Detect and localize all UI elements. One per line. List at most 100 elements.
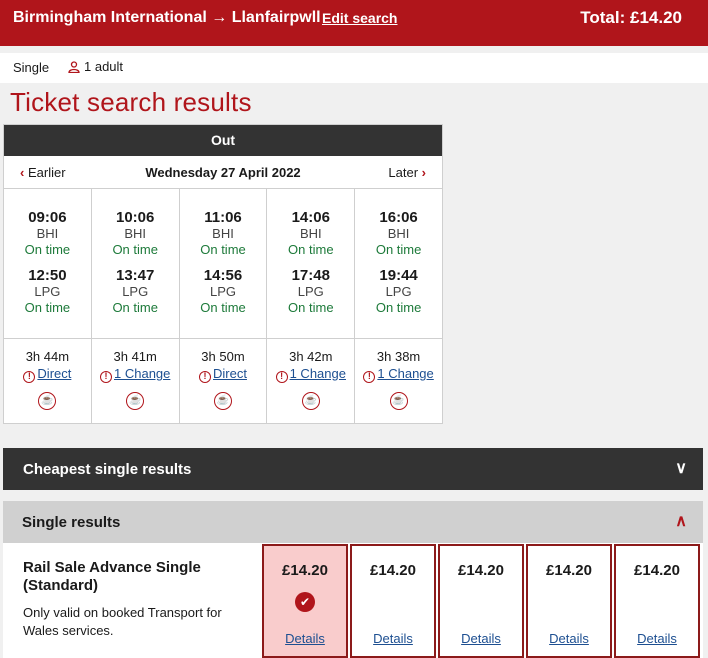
total-price: Total: £14.20 (580, 8, 682, 27)
service-times: 09:06 BHI On time 12:50 LPG On time (4, 189, 91, 339)
later-button[interactable]: Later › (388, 165, 426, 180)
changes-info: ! 1 Change (355, 365, 442, 383)
price-amount: £14.20 (546, 562, 592, 579)
fare-info: Rail Sale Advance Single (Standard) Only… (23, 559, 253, 640)
journey-duration: 3h 41m (113, 349, 157, 364)
price-option[interactable]: £14.20 Details (438, 544, 524, 658)
departure-station: BHI (299, 226, 322, 241)
warning-icon: ! (199, 371, 212, 383)
price-option[interactable]: £14.20 ✔ Details (262, 544, 348, 658)
departure-status: On time (375, 242, 422, 257)
arrival-time: 12:50 (28, 267, 67, 284)
chevron-up-icon: ∧ (675, 513, 687, 530)
changes-link[interactable]: Direct (213, 366, 247, 381)
journey-duration: 3h 50m (201, 349, 245, 364)
warning-icon: ! (100, 371, 112, 383)
arrival-status: On time (375, 300, 422, 315)
details-link[interactable]: Details (352, 631, 434, 646)
catering-icon: ☕ (213, 392, 232, 410)
price-option[interactable]: £14.20 Details (526, 544, 612, 658)
edit-search-link[interactable]: Edit search (322, 10, 397, 26)
fare-name: Rail Sale Advance Single (Standard) (23, 559, 201, 594)
service-column[interactable]: 14:06 BHI On time 17:48 LPG On time 3h 42m! 1 C… (267, 189, 356, 423)
service-times: 16:06 BHI On time 19:44 LPG On time (355, 189, 442, 339)
departure-time: 14:06 (291, 209, 330, 226)
details-link[interactable]: Details (264, 631, 346, 646)
catering-icon: ☕ (38, 392, 57, 410)
departure-time: 10:06 (116, 209, 155, 226)
later-label: Later (388, 165, 419, 180)
search-summary: Single 1 adult (0, 53, 708, 83)
journey-duration: 3h 38m (376, 349, 421, 364)
route-title: Birmingham International → Llanfairpwll (13, 9, 321, 27)
changes-link[interactable]: 1 Change (377, 366, 433, 381)
journey-duration: 3h 42m (289, 349, 333, 364)
journey-date: Wednesday 27 April 2022 (145, 165, 301, 180)
details-link[interactable]: Details (616, 631, 698, 646)
chevron-down-icon: ∨ (675, 460, 687, 477)
departure-time: 11:06 (204, 209, 242, 226)
warning-icon: ! (275, 371, 288, 383)
warning-icon: ! (23, 371, 36, 383)
arrival-time: 14:56 (203, 267, 243, 284)
arrival-station: LPG (209, 284, 236, 299)
warning-icon: ! (363, 371, 376, 383)
price-amount: £14.20 (634, 562, 680, 579)
catering-icon: ☕ (389, 392, 408, 410)
arrival-station: LPG (122, 284, 149, 299)
passenger-label: 1 adult (84, 59, 124, 74)
person-icon (68, 61, 80, 74)
catering-icon: ☕ (301, 392, 320, 410)
header-bar: Birmingham International → Llanfairpwll … (0, 0, 708, 46)
ticket-type: Single (13, 60, 50, 75)
date-navigation: ‹ Earlier Wednesday 27 April 2022 Later … (4, 156, 442, 189)
price-option[interactable]: £14.20 Details (614, 544, 700, 658)
catering-icon: ☕ (126, 392, 145, 410)
single-results-label: Single results (22, 514, 121, 531)
arrival-station: LPG (297, 284, 324, 299)
changes-link[interactable]: 1 Change (114, 366, 170, 381)
departure-status: On time (200, 242, 246, 257)
service-column[interactable]: 10:06 BHI On time 13:47 LPG On time 3h 41m! 1 C… (91, 189, 180, 423)
destination-station: Llanfairpwll (231, 9, 321, 26)
departure-status: On time (24, 242, 71, 257)
service-times: 11:06 BHI On time 14:56 LPG On time (179, 189, 267, 339)
journey-selector: Out ‹ Earlier Wednesday 27 April 2022 La… (3, 124, 443, 424)
chevron-right-icon: › (421, 165, 426, 180)
service-column[interactable]: 09:06 BHI On time 12:50 LPG On time 3h 44m! Dir… (4, 189, 92, 423)
arrival-status: On time (24, 300, 71, 315)
arrow-icon: → (211, 9, 228, 26)
details-link[interactable]: Details (528, 631, 610, 646)
price-amount: £14.20 (282, 562, 328, 579)
arrival-station: LPG (385, 284, 412, 299)
fare-note: Only valid on booked Transport for Wales… (23, 605, 222, 638)
arrival-time: 17:48 (291, 267, 330, 284)
departure-station: BHI (387, 226, 410, 241)
check-icon: ✔ (295, 592, 315, 612)
departure-status: On time (112, 242, 158, 257)
service-times: 14:06 BHI On time 17:48 LPG On time (267, 189, 355, 339)
details-link[interactable]: Details (440, 631, 522, 646)
departure-station: BHI (36, 226, 59, 241)
service-column[interactable]: 11:06 BHI On time 14:56 LPG On time 3h 50m! Dir… (179, 189, 268, 423)
departure-time: 16:06 (379, 209, 418, 226)
changes-link[interactable]: 1 Change (290, 366, 346, 381)
origin-station: Birmingham International (13, 9, 207, 26)
arrival-time: 13:47 (116, 267, 155, 284)
price-amount: £14.20 (458, 562, 504, 579)
changes-info: ! 1 Change (267, 365, 354, 383)
changes-link[interactable]: Direct (37, 366, 71, 381)
departure-station: BHI (124, 226, 147, 241)
cheapest-results-toggle[interactable]: Cheapest single results ∨ (3, 448, 703, 490)
passenger-count: 1 adult (68, 59, 123, 74)
arrival-status: On time (112, 300, 158, 315)
departure-status: On time (288, 242, 334, 257)
price-option[interactable]: £14.20 Details (350, 544, 436, 658)
single-results-toggle[interactable]: Single results ∧ (3, 501, 703, 543)
price-amount: £14.20 (370, 562, 416, 579)
service-column[interactable]: 16:06 BHI On time 19:44 LPG On time 3h 38m! 1 C… (355, 189, 442, 423)
service-times: 10:06 BHI On time 13:47 LPG On time (91, 189, 179, 339)
departure-time: 09:06 (28, 209, 67, 226)
arrival-time: 19:44 (379, 267, 418, 284)
fare-row: Rail Sale Advance Single (Standard) Only… (3, 543, 703, 658)
